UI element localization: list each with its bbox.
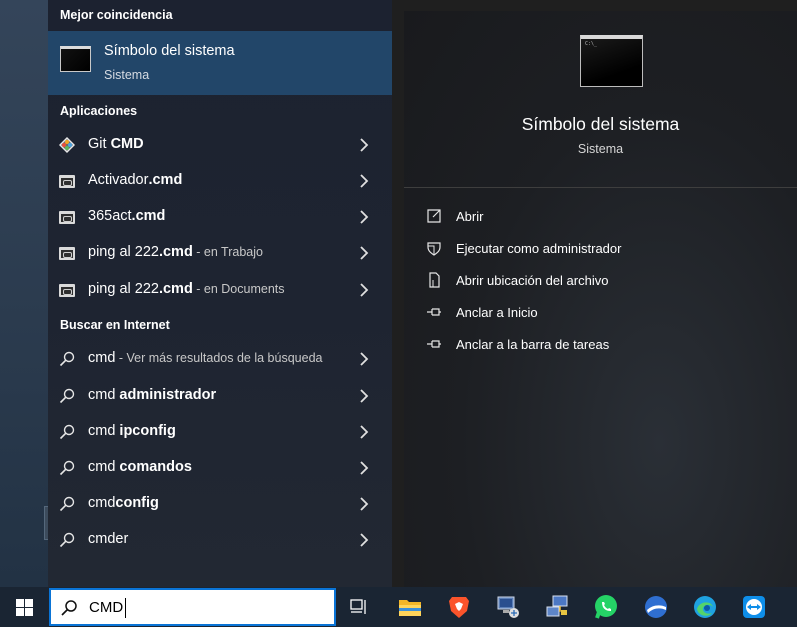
apps-heading: Aplicaciones xyxy=(60,104,138,118)
search-icon xyxy=(59,460,75,476)
chevron-right-icon[interactable] xyxy=(358,533,370,547)
divider xyxy=(404,187,797,188)
cmd-file-icon xyxy=(59,282,75,298)
start-button[interactable] xyxy=(0,587,48,627)
web-result-label: cmd - Ver más resultados de la búsqueda xyxy=(88,350,323,366)
cmd-file-icon xyxy=(59,173,75,189)
taskbar: CMD xyxy=(0,587,797,627)
best-match-heading: Mejor coincidencia xyxy=(60,8,173,22)
web-result-label: cmdconfig xyxy=(88,495,159,511)
web-result-cmd-administrador[interactable]: cmd administrador xyxy=(48,378,392,414)
task-view-icon[interactable] xyxy=(346,594,372,620)
text-caret xyxy=(125,598,126,618)
app-result-activador[interactable]: Activador.cmd xyxy=(48,163,392,199)
chevron-right-icon[interactable] xyxy=(358,352,370,366)
edge-icon[interactable] xyxy=(692,594,718,620)
web-result-label: cmd administrador xyxy=(88,387,217,403)
web-result-label: cmd ipconfig xyxy=(88,423,176,439)
open-icon xyxy=(427,209,441,223)
file-explorer-icon[interactable] xyxy=(397,594,423,620)
action-open-file-location[interactable]: Abrir ubicación del archivo xyxy=(426,269,786,293)
chevron-right-icon[interactable] xyxy=(358,497,370,511)
action-label: Abrir ubicación del archivo xyxy=(456,273,609,288)
web-result-cmd[interactable]: cmd - Ver más resultados de la búsqueda xyxy=(48,341,392,377)
app-result-ping-documents[interactable]: ping al 222.cmd - en Documents xyxy=(48,272,392,308)
app-result-git-cmd[interactable]: Git CMD xyxy=(48,127,392,163)
best-match-subtitle: Sistema xyxy=(104,68,150,82)
best-match-title: Símbolo del sistema xyxy=(104,43,235,59)
web-search-heading: Buscar en Internet xyxy=(60,318,170,332)
chevron-right-icon[interactable] xyxy=(358,246,370,260)
detail-subtitle: Sistema xyxy=(577,142,624,156)
chevron-right-icon[interactable] xyxy=(358,425,370,439)
action-label: Abrir xyxy=(456,209,484,224)
network-computer-icon[interactable] xyxy=(495,594,521,620)
chevron-right-icon[interactable] xyxy=(358,174,370,188)
detail-pane: C:\_ Símbolo del sistema Sistema Abrir E… xyxy=(404,11,797,587)
app-result-label: 365act.cmd xyxy=(88,208,166,224)
chevron-right-icon[interactable] xyxy=(358,210,370,224)
app-result-label: ping al 222.cmd - en Documents xyxy=(88,281,285,297)
taskbar-search-input[interactable]: CMD xyxy=(49,588,336,626)
web-result-label: cmder xyxy=(88,531,129,547)
teamviewer-icon[interactable] xyxy=(741,594,767,620)
best-match-result[interactable]: Símbolo del sistema Sistema xyxy=(48,31,392,95)
cmd-file-icon xyxy=(59,209,75,225)
file-location-icon xyxy=(429,272,440,288)
web-result-cmdconfig[interactable]: cmdconfig xyxy=(48,486,392,522)
detail-title: Símbolo del sistema xyxy=(521,114,680,134)
search-icon xyxy=(59,532,75,548)
chevron-right-icon[interactable] xyxy=(358,138,370,152)
app-result-365act[interactable]: 365act.cmd xyxy=(48,199,392,235)
app-result-label: ping al 222.cmd - en Trabajo xyxy=(88,244,263,260)
search-icon xyxy=(59,496,75,512)
action-label: Ejecutar como administrador xyxy=(456,241,622,256)
network-computer-icon[interactable] xyxy=(545,594,571,620)
search-icon xyxy=(59,351,75,367)
action-run-as-admin[interactable]: Ejecutar como administrador xyxy=(426,237,786,261)
brave-icon[interactable] xyxy=(446,594,472,620)
chevron-right-icon[interactable] xyxy=(358,461,370,475)
git-icon xyxy=(59,137,75,153)
web-result-cmd-ipconfig[interactable]: cmd ipconfig xyxy=(48,414,392,450)
web-result-cmder[interactable]: cmder xyxy=(48,522,392,558)
search-icon xyxy=(59,424,75,440)
pin-icon xyxy=(427,308,441,316)
action-pin-taskbar[interactable]: Anclar a la barra de tareas xyxy=(426,333,786,357)
chevron-right-icon[interactable] xyxy=(358,389,370,403)
results-pane: Mejor coincidencia Símbolo del sistema S… xyxy=(48,0,392,587)
app-result-label: Git CMD xyxy=(88,136,144,152)
chevron-right-icon[interactable] xyxy=(358,283,370,297)
action-label: Anclar a la barra de tareas xyxy=(456,337,610,352)
app-result-ping-trabajo[interactable]: ping al 222.cmd - en Trabajo xyxy=(48,235,392,271)
action-pin-start[interactable]: Anclar a Inicio xyxy=(426,301,786,325)
search-icon xyxy=(61,600,77,616)
action-open[interactable]: Abrir xyxy=(426,205,786,229)
app-result-label: Activador.cmd xyxy=(88,172,183,188)
web-result-label: cmd comandos xyxy=(88,459,192,475)
search-query: CMD xyxy=(89,599,124,616)
whatsapp-icon[interactable] xyxy=(593,594,619,620)
shield-icon xyxy=(427,242,441,256)
cmd-icon xyxy=(60,46,91,72)
web-result-cmd-comandos[interactable]: cmd comandos xyxy=(48,450,392,486)
cmd-file-icon xyxy=(59,245,75,261)
action-label: Anclar a Inicio xyxy=(456,305,538,320)
app-globe-icon[interactable] xyxy=(643,594,669,620)
windows-logo-icon xyxy=(15,598,33,616)
search-panel: Mejor coincidencia Símbolo del sistema S… xyxy=(48,0,797,587)
pin-icon xyxy=(427,340,441,348)
cmd-large-icon: C:\_ xyxy=(580,35,643,87)
search-icon xyxy=(59,388,75,404)
